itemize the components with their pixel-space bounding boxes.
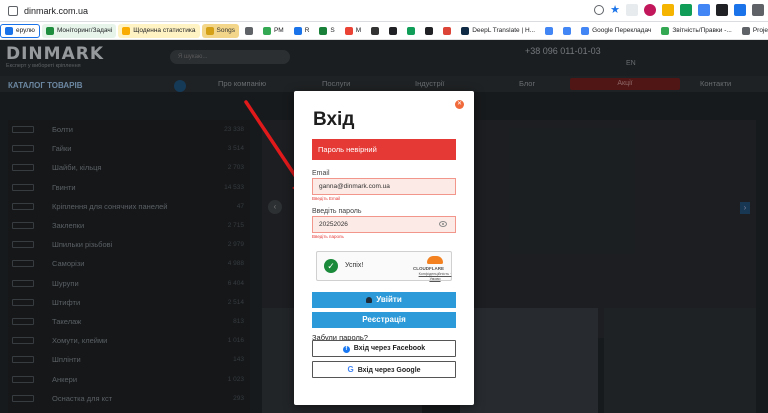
email-field[interactable]: ganna@dinmark.com.ua: [312, 178, 456, 195]
extension-icon[interactable]: [680, 4, 692, 16]
facebook-icon: f: [342, 346, 350, 353]
captcha-status: Успіх!: [345, 262, 364, 269]
url-field[interactable]: dinmark.com.ua: [4, 3, 604, 19]
bookmark-favicon-icon: [45, 26, 54, 35]
extension-bar: ★: [594, 4, 764, 16]
bookmark-favicon-icon: [661, 26, 670, 35]
site-info-icon[interactable]: [8, 5, 18, 16]
modal-title: Вхід: [313, 109, 355, 130]
bookmark-item[interactable]: PM: [259, 24, 288, 38]
bookmark-item[interactable]: [421, 24, 437, 38]
extension-icon[interactable]: [716, 4, 728, 16]
bookmark-favicon-icon: [262, 26, 271, 35]
bookmark-item[interactable]: Project Manager Sit...: [738, 24, 768, 38]
bookmark-label: DeepL Translate | Н...: [472, 27, 536, 34]
bookmark-label: Моніторинг/Задачі: [56, 27, 113, 34]
password-label: Введіть пароль: [312, 208, 362, 215]
eye-icon[interactable]: [439, 221, 447, 227]
bookmark-favicon-icon: [581, 26, 590, 35]
extension-icon[interactable]: [626, 4, 638, 16]
bookmark-item[interactable]: DeepL Translate | Н...: [457, 24, 539, 38]
bookmark-favicon-icon: [461, 26, 470, 35]
email-error: Введіть Email: [312, 196, 341, 201]
google-login-button[interactable]: G Вхід через Google: [312, 361, 456, 378]
bookmark-item[interactable]: ерулю: [0, 23, 40, 38]
bookmark-favicon-icon: [344, 26, 353, 35]
register-button[interactable]: Реєстрація: [312, 312, 456, 328]
bookmark-label: S: [330, 27, 335, 34]
bookmark-label: Звітність/Правки -...: [672, 27, 732, 34]
browser-address-bar: dinmark.com.ua ★: [0, 0, 768, 22]
bookmark-item[interactable]: [541, 24, 557, 38]
bookmark-label: Щоденна статистика: [133, 27, 196, 34]
bookmark-item[interactable]: [439, 24, 455, 38]
url-text: dinmark.com.ua: [24, 5, 89, 16]
bookmark-favicon-icon: [563, 26, 572, 35]
bookmark-favicon-icon: [425, 26, 434, 35]
login-modal: Вхід ✕ Пароль невірний Email ganna@dinma…: [294, 91, 474, 405]
close-icon[interactable]: ✕: [455, 100, 464, 109]
bookmark-item[interactable]: M: [341, 24, 365, 38]
bookmark-item[interactable]: [241, 24, 257, 38]
bookmark-item[interactable]: Звітність/Правки -...: [657, 24, 735, 38]
bookmark-item[interactable]: Google Перекладач: [577, 24, 655, 38]
password-field[interactable]: 20252026: [312, 216, 456, 233]
bookmark-favicon-icon: [122, 26, 131, 35]
bookmark-item[interactable]: [385, 24, 401, 38]
bookmark-item[interactable]: Songs: [201, 23, 239, 38]
bookmark-favicon-icon: [545, 26, 554, 35]
check-icon: ✓: [324, 259, 338, 273]
key-icon[interactable]: [594, 5, 605, 15]
bookmark-item[interactable]: Моніторинг/Задачі: [41, 23, 117, 38]
turnstile-captcha[interactable]: ✓ Успіх! CLOUDFLARE Конфіденційність · У…: [316, 251, 452, 281]
bookmark-label: ерулю: [16, 27, 35, 34]
facebook-login-button[interactable]: f Вхід через Facebook: [312, 340, 456, 357]
bookmark-favicon-icon: [407, 26, 416, 35]
bookmark-item[interactable]: R: [290, 24, 314, 38]
captcha-links[interactable]: Конфіденційність · Умови: [417, 272, 453, 281]
bookmarks-bar: ерулю Моніторинг/Задачі Щоденна статистика…: [0, 22, 768, 40]
bookmark-favicon-icon: [293, 26, 302, 35]
bookmark-item[interactable]: [367, 24, 383, 38]
bookmark-label: Project Manager Sit...: [752, 27, 768, 34]
bookmark-favicon-icon: [443, 26, 452, 35]
extension-icon[interactable]: [662, 4, 674, 16]
bookmark-favicon-icon: [319, 26, 328, 35]
extension-icon[interactable]: [698, 4, 710, 16]
bookmark-favicon-icon: [389, 26, 398, 35]
bookmark-label: M: [355, 27, 362, 34]
user-icon: [366, 297, 373, 303]
bookmark-favicon-icon: [371, 26, 380, 35]
bookmark-item[interactable]: Щоденна статистика: [118, 23, 200, 38]
bookmark-label: Google Перекладач: [592, 27, 652, 34]
google-icon: G: [347, 365, 354, 374]
bookmark-item[interactable]: [559, 24, 575, 38]
bookmark-favicon-icon: [5, 26, 13, 35]
bookmark-favicon-icon: [741, 26, 750, 35]
bookmark-label: Songs: [216, 27, 235, 34]
error-alert: Пароль невірний: [312, 139, 456, 160]
bookmark-label: PM: [273, 27, 284, 34]
bookmark-label: R: [304, 27, 310, 34]
cloudflare-brand: CLOUDFLARE: [413, 266, 444, 271]
password-value: 20252026: [319, 221, 348, 228]
cloudflare-logo-icon: [427, 256, 443, 264]
bookmark-item[interactable]: [403, 24, 419, 38]
extension-shield-icon[interactable]: [644, 4, 656, 16]
extension-icon[interactable]: [734, 4, 746, 16]
bookmark-favicon-icon: [244, 26, 253, 35]
login-button[interactable]: Увійти: [312, 292, 456, 308]
star-icon[interactable]: ★: [610, 4, 620, 16]
password-error: Введіть пароль: [312, 234, 344, 239]
bookmark-item[interactable]: S: [315, 24, 338, 38]
extension-icon[interactable]: [752, 4, 764, 16]
bookmark-favicon-icon: [205, 26, 214, 35]
email-label: Email: [312, 170, 330, 177]
